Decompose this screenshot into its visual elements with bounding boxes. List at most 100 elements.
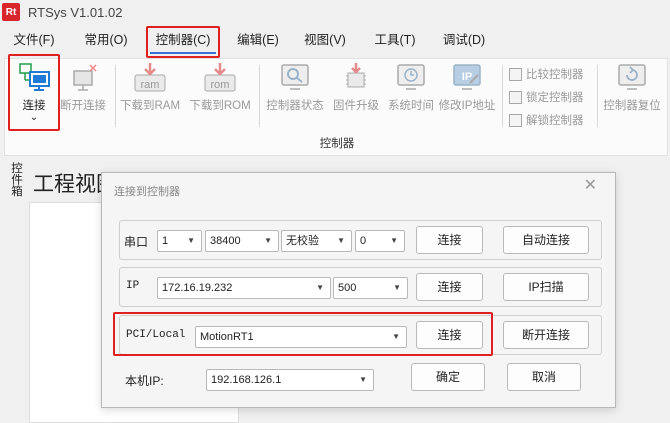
local-ip-value: 192.168.126.1 xyxy=(211,374,282,386)
dropdown-arrow-icon: ▼ xyxy=(359,375,367,384)
connect-label: 连接 xyxy=(22,100,46,112)
disconnect-button[interactable]: 断开连接 xyxy=(55,63,111,113)
disconnect-icon xyxy=(66,63,100,93)
controller-reset-button[interactable]: 控制器复位 xyxy=(599,63,665,113)
baud-rate-value: 38400 xyxy=(210,235,241,247)
modify-ip-label: 修改IP地址 xyxy=(438,100,496,112)
system-time-button[interactable]: 系统时间 xyxy=(385,63,437,113)
divider xyxy=(115,65,116,127)
download-ram-icon: ram xyxy=(133,63,167,93)
controller-reset-label: 控制器复位 xyxy=(603,100,661,112)
connect-button[interactable]: 连接 ⌄ xyxy=(11,63,57,123)
title-bar: Rt RTSys V1.01.02 xyxy=(0,0,670,24)
controller-status-button[interactable]: 控制器状态 xyxy=(263,63,327,113)
local-ip-select[interactable]: 192.168.126.1 ▼ xyxy=(206,369,374,391)
ip-scan-button[interactable]: IP扫描 xyxy=(503,273,589,301)
controller-status-label: 控制器状态 xyxy=(266,100,324,112)
serial-port-value: 1 xyxy=(162,235,169,247)
dropdown-arrow-icon: ▼ xyxy=(390,236,398,245)
download-rom-button[interactable]: rom 下载到ROM xyxy=(186,63,254,113)
side-tab-toolbox[interactable]: 控件箱 xyxy=(4,162,24,218)
menu-file[interactable]: 文件(F) xyxy=(8,28,60,54)
workspace-title: 工程视图 xyxy=(33,173,109,196)
divider xyxy=(259,65,260,127)
close-icon[interactable]: ✕ xyxy=(584,175,597,195)
parity-value: 无校验 xyxy=(286,235,319,247)
divider xyxy=(597,65,598,127)
lock-icon xyxy=(509,90,522,104)
ok-button[interactable]: 确定 xyxy=(411,363,485,391)
cancel-button[interactable]: 取消 xyxy=(507,363,581,391)
auto-connect-button[interactable]: 自动连接 xyxy=(503,226,589,254)
dropdown-arrow-icon: ▼ xyxy=(337,236,345,245)
menu-tools[interactable]: 工具(T) xyxy=(370,28,420,54)
ip-address-icon: IP xyxy=(450,63,484,93)
unlock-controller-label: 解锁控制器 xyxy=(526,115,584,127)
pci-connect-button[interactable]: 连接 xyxy=(416,321,483,349)
menu-edit[interactable]: 编辑(E) xyxy=(233,28,283,54)
download-ram-button[interactable]: ram 下载到RAM xyxy=(117,63,183,113)
ribbon-group-label: 控制器 xyxy=(319,138,355,150)
pci-disconnect-button[interactable]: 断开连接 xyxy=(503,321,589,349)
lock-controller-label: 锁定控制器 xyxy=(526,92,584,104)
download-ram-label: 下载到RAM xyxy=(119,100,181,112)
serial-extra-value: 0 xyxy=(360,235,367,247)
ip-group: IP 172.16.19.232 ▼ 500 ▼ 连接 IP扫描 xyxy=(119,267,602,307)
pci-local-label: PCI/Local xyxy=(126,329,186,341)
ip-label: IP xyxy=(126,280,140,292)
ram-icon-text: ram xyxy=(141,79,160,91)
unlock-icon xyxy=(509,113,522,127)
firmware-upgrade-button[interactable]: 固件升级 xyxy=(329,63,383,113)
clock-icon xyxy=(394,63,428,93)
unlock-controller-button[interactable]: 解锁控制器 xyxy=(509,112,584,128)
menu-view[interactable]: 视图(V) xyxy=(300,28,350,54)
chevron-down-icon[interactable]: ⌄ xyxy=(11,113,57,123)
reset-icon xyxy=(615,63,649,93)
app-title: RTSys V1.01.02 xyxy=(28,4,123,20)
dropdown-arrow-icon: ▼ xyxy=(393,283,401,292)
lock-controller-button[interactable]: 锁定控制器 xyxy=(509,89,584,105)
dropdown-arrow-icon: ▼ xyxy=(187,236,195,245)
ribbon-controller: 连接 ⌄ 断开连接 ram 下载到RAM rom 下载到ROM 控制器状态 固件… xyxy=(4,58,668,156)
system-time-label: 系统时间 xyxy=(388,100,434,112)
ip-timeout-value: 500 xyxy=(338,282,357,294)
divider xyxy=(502,65,503,127)
compare-icon xyxy=(509,67,522,81)
app-logo: Rt xyxy=(2,3,20,21)
compare-controller-button[interactable]: 比较控制器 xyxy=(509,66,584,82)
local-ip-label: 本机IP: xyxy=(125,374,164,388)
menu-bar: 文件(F) 常用(O) 控制器(C) 编辑(E) 视图(V) 工具(T) 调试(… xyxy=(0,28,670,56)
firmware-upgrade-label: 固件升级 xyxy=(333,100,379,112)
dropdown-arrow-icon: ▼ xyxy=(264,236,272,245)
ip-timeout-select[interactable]: 500 ▼ xyxy=(333,277,408,299)
pci-device-select[interactable]: MotionRT1 ▼ xyxy=(195,326,407,348)
download-rom-icon: rom xyxy=(203,63,237,93)
chip-upgrade-icon xyxy=(339,63,373,93)
pci-local-group: PCI/Local MotionRT1 ▼ 连接 断开连接 xyxy=(119,315,602,355)
ip-connect-button[interactable]: 连接 xyxy=(416,273,483,301)
menu-common[interactable]: 常用(O) xyxy=(80,28,132,54)
baud-rate-select[interactable]: 38400 ▼ xyxy=(205,230,279,252)
serial-extra-select[interactable]: 0 ▼ xyxy=(355,230,405,252)
disconnect-label: 断开连接 xyxy=(60,100,106,112)
serial-group: 串口 1 ▼ 38400 ▼ 无校验 ▼ 0 ▼ 连接 自动连接 xyxy=(119,220,602,260)
menu-controller[interactable]: 控制器(C) xyxy=(150,28,216,54)
connect-icon xyxy=(17,63,51,93)
serial-port-select[interactable]: 1 ▼ xyxy=(157,230,202,252)
modify-ip-button[interactable]: IP 修改IP地址 xyxy=(437,63,497,113)
download-rom-label: 下载到ROM xyxy=(189,100,251,112)
rom-icon-text: rom xyxy=(211,79,230,91)
dialog-title: 连接到控制器 xyxy=(114,186,180,198)
serial-connect-button[interactable]: 连接 xyxy=(416,226,483,254)
compare-controller-label: 比较控制器 xyxy=(526,69,584,81)
parity-select[interactable]: 无校验 ▼ xyxy=(281,230,352,252)
dropdown-arrow-icon: ▼ xyxy=(392,332,400,341)
ip-address-value: 172.16.19.232 xyxy=(162,282,233,294)
connect-dialog: 连接到控制器 ✕ 串口 1 ▼ 38400 ▼ 无校验 ▼ 0 ▼ 连接 自动连接 IP… xyxy=(101,172,616,408)
dropdown-arrow-icon: ▼ xyxy=(316,283,324,292)
pci-device-value: MotionRT1 xyxy=(200,331,254,343)
menu-debug[interactable]: 调试(D) xyxy=(438,28,490,54)
monitor-search-icon xyxy=(278,63,312,93)
ip-address-select[interactable]: 172.16.19.232 ▼ xyxy=(157,277,331,299)
serial-label: 串口 xyxy=(124,235,149,249)
